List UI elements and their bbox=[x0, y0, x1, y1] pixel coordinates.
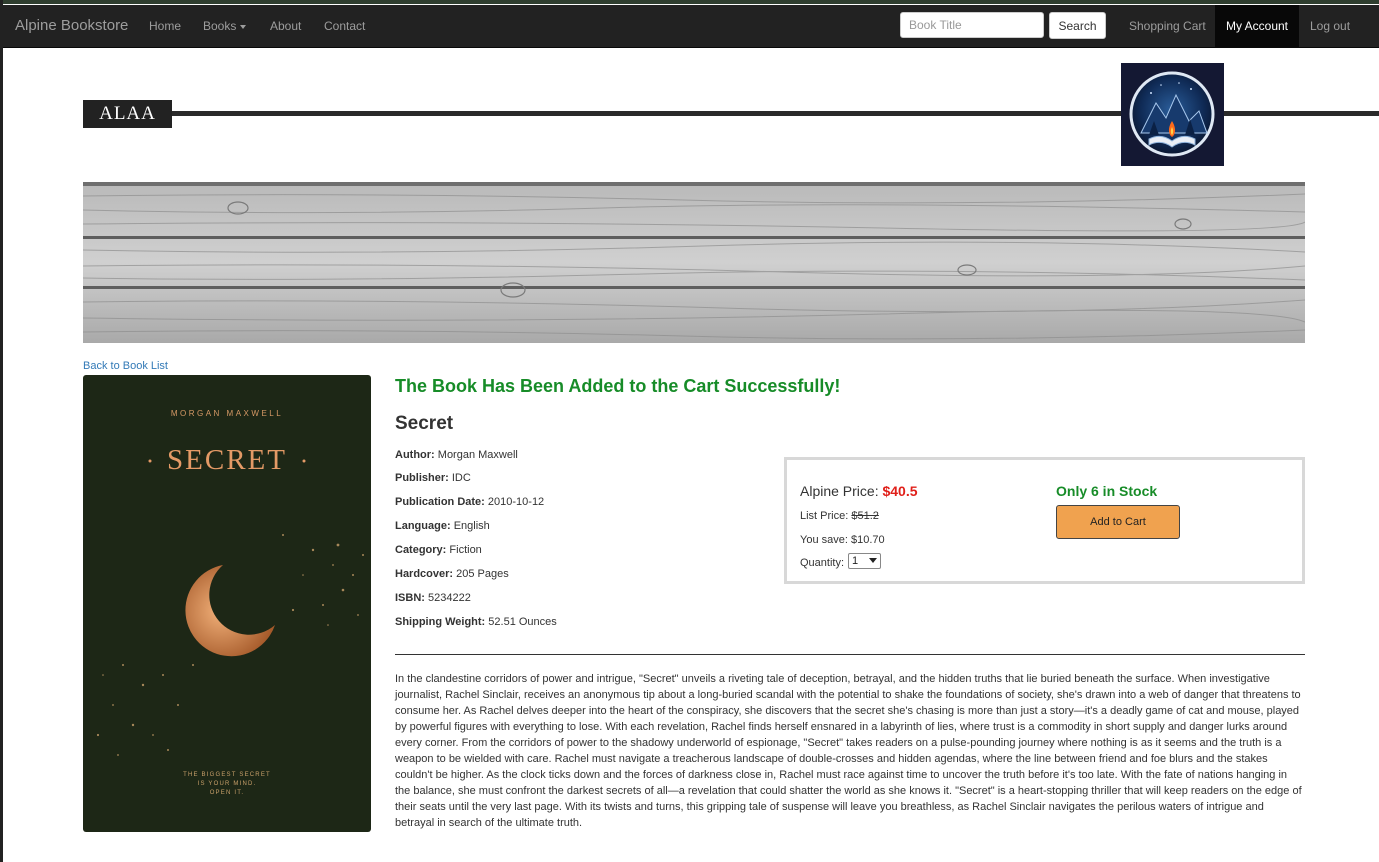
nav-books-label: Books bbox=[203, 19, 237, 33]
alpine-price-value: $40.5 bbox=[882, 483, 918, 499]
window-left-border bbox=[0, 0, 3, 862]
cover-tagline-1: THE BIGGEST SECRET bbox=[183, 772, 271, 778]
nav-books-dropdown[interactable]: Books bbox=[203, 19, 247, 33]
book-title: Secret bbox=[395, 413, 454, 434]
list-price: List Price: $51.2 bbox=[800, 510, 879, 522]
cover-tagline-2: IS YOUR MIND. bbox=[198, 781, 257, 787]
detail-publisher: Publisher: IDC bbox=[395, 472, 471, 484]
success-message: The Book Has Been Added to the Cart Succ… bbox=[395, 376, 841, 396]
nav-home[interactable]: Home bbox=[149, 19, 181, 33]
nav-contact[interactable]: Contact bbox=[324, 19, 365, 33]
add-to-cart-button[interactable]: Add to Cart bbox=[1056, 505, 1180, 539]
chevron-down-icon bbox=[869, 558, 877, 563]
cover-tagline-3: OPEN IT. bbox=[210, 790, 245, 796]
quantity-label: Quantity: bbox=[800, 557, 845, 569]
price-panel: Alpine Price: $40.5 List Price: $51.2 Yo… bbox=[784, 457, 1305, 584]
detail-isbn: ISBN: 5234222 bbox=[395, 592, 471, 604]
nav-about[interactable]: About bbox=[270, 19, 301, 33]
detail-publication-date: Publication Date: 2010-10-12 bbox=[395, 496, 545, 508]
wood-banner bbox=[83, 182, 1305, 343]
nav-shopping-cart[interactable]: Shopping Cart bbox=[1129, 19, 1206, 33]
detail-hardcover: Hardcover: 205 Pages bbox=[395, 568, 509, 580]
detail-category: Category: Fiction bbox=[395, 544, 482, 556]
you-save: You save: $10.70 bbox=[800, 534, 885, 546]
detail-language: Language: English bbox=[395, 520, 490, 532]
site-name-badge: ALAA bbox=[83, 100, 172, 128]
stock-status: Only 6 in Stock bbox=[1056, 483, 1158, 499]
store-logo bbox=[1121, 63, 1224, 166]
search-button[interactable]: Search bbox=[1049, 12, 1106, 39]
back-to-book-list-link[interactable]: Back to Book List bbox=[83, 360, 168, 372]
alpine-price: Alpine Price: $40.5 bbox=[800, 483, 918, 499]
window-top-border bbox=[0, 0, 1379, 4]
section-divider bbox=[395, 654, 1305, 655]
book-description: In the clandestine corridors of power an… bbox=[395, 673, 1302, 829]
search-input[interactable] bbox=[900, 12, 1044, 38]
cover-title: SECRET bbox=[167, 444, 287, 476]
navbar: Alpine Bookstore Home Books About Contac… bbox=[3, 5, 1379, 48]
book-cover-image: MORGAN MAXWELL SECRET THE BIGGEST SECRET… bbox=[83, 375, 371, 832]
cover-author: MORGAN MAXWELL bbox=[171, 409, 283, 418]
detail-shipping-weight: Shipping Weight: 52.51 Ounces bbox=[395, 616, 557, 628]
caret-down-icon bbox=[240, 24, 247, 29]
nav-log-out[interactable]: Log out bbox=[1310, 19, 1350, 33]
nav-my-account[interactable]: My Account bbox=[1215, 5, 1299, 47]
detail-author: Author: Morgan Maxwell bbox=[395, 449, 518, 461]
brand-link[interactable]: Alpine Bookstore bbox=[15, 17, 128, 34]
quantity-select[interactable]: 1 bbox=[848, 553, 881, 569]
